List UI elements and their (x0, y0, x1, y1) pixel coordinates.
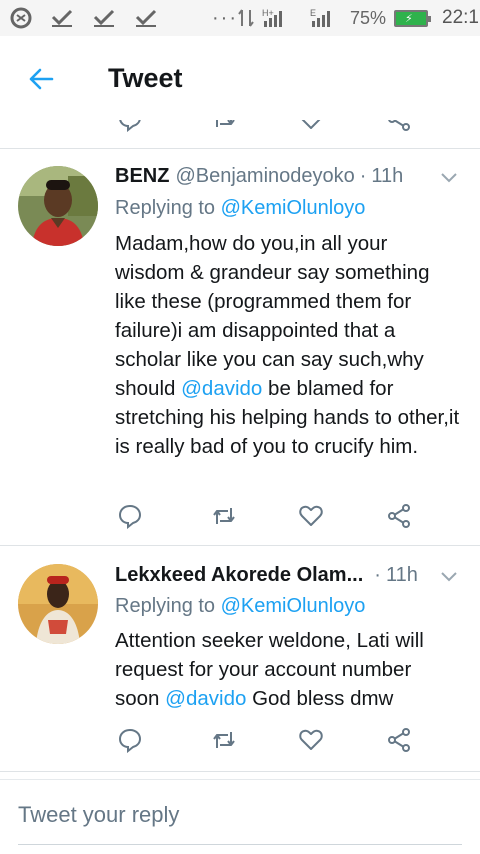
share-icon[interactable] (386, 727, 412, 753)
battery-icon: ⚡ (394, 9, 432, 27)
separator-dot: · (374, 564, 381, 586)
signal-icon: E (310, 8, 330, 27)
tweet-text-part: Madam,how do you,in all your wisdom & gr… (115, 232, 430, 400)
author-name[interactable]: BENZ (115, 165, 169, 188)
reply-icon[interactable] (117, 503, 143, 529)
like-icon[interactable] (298, 727, 324, 753)
avatar[interactable] (18, 166, 98, 246)
author-name[interactable]: Lekxkeed Akorede Olam... (115, 564, 363, 587)
reply-icon[interactable] (117, 120, 143, 132)
author-handle[interactable]: @Benjaminodeyoko (175, 165, 354, 188)
check-icon (51, 9, 73, 27)
reply-composer (0, 780, 480, 854)
reply-underline (18, 844, 462, 845)
status-bar: ··· H+ E 75% ⚡ 22:17 (0, 0, 480, 36)
avatar[interactable] (18, 564, 98, 644)
mention-link[interactable]: @davido (181, 377, 262, 400)
tweet-text: Madam,how do you,in all your wisdom & gr… (115, 229, 460, 461)
tweet-time: 11h (371, 165, 404, 187)
avatar-photo (18, 564, 98, 644)
like-icon[interactable] (298, 120, 324, 132)
mention-link[interactable]: @KemiOlunloyo (221, 197, 366, 219)
retweet-icon[interactable] (211, 727, 237, 753)
tweet-header: BENZ @Benjaminodeyoko · 11h (115, 165, 403, 188)
share-icon[interactable] (386, 503, 412, 529)
replying-to: Replying to @KemiOlunloyo (115, 197, 365, 220)
tweet[interactable]: BENZ @Benjaminodeyoko · 11h Replying to … (0, 149, 480, 545)
replying-to: Replying to @KemiOlunloyo (115, 595, 365, 618)
tweet-header: Lekxkeed Akorede Olam... · 11h (115, 564, 418, 587)
share-icon[interactable] (386, 120, 412, 132)
battery-percent: 75% (349, 7, 387, 28)
data-transfer-icon (238, 9, 254, 27)
svg-text:H+: H+ (262, 8, 274, 18)
page-title: Tweet (108, 63, 183, 93)
separator-dot: · (359, 165, 367, 187)
divider (0, 771, 480, 772)
chevron-down-icon[interactable] (440, 571, 458, 583)
status-notifications: ··· (10, 7, 238, 29)
retweet-icon[interactable] (211, 120, 237, 132)
tweet[interactable]: Lekxkeed Akorede Olam... · 11h Replying … (0, 546, 480, 771)
tweet-time: 11h (385, 564, 418, 586)
tweet-text: Attention seeker weldone, Lati will requ… (115, 626, 460, 713)
whatsapp-icon (10, 7, 32, 29)
check-icon (93, 9, 115, 27)
replying-to-label: Replying to (115, 197, 221, 219)
check-icon (135, 9, 157, 27)
reply-input[interactable] (18, 802, 462, 828)
avatar-photo (18, 166, 98, 246)
retweet-icon[interactable] (211, 503, 237, 529)
replying-to-label: Replying to (115, 595, 221, 617)
status-indicators: H+ E 75% ⚡ 22:17 (238, 7, 480, 29)
like-icon[interactable] (298, 503, 324, 529)
clock: 22:17 (442, 7, 480, 28)
reply-icon[interactable] (117, 727, 143, 753)
chevron-down-icon[interactable] (440, 172, 458, 184)
svg-text:E: E (310, 8, 316, 18)
mention-link[interactable]: @KemiOlunloyo (221, 595, 366, 617)
app-header: Tweet (0, 36, 480, 120)
tweet-text-part: God bless dmw (246, 687, 394, 710)
mention-link[interactable]: @davido (165, 687, 246, 710)
previous-tweet-actions (0, 120, 480, 148)
signal-icon: H+ (262, 8, 282, 27)
back-arrow-icon[interactable] (28, 66, 54, 92)
more-notifications: ··· (212, 7, 238, 29)
